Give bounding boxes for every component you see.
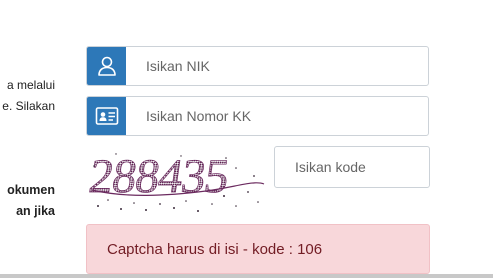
captcha-error-alert: Captcha harus di isi - kode : 106 <box>86 224 430 274</box>
horizontal-scrollbar[interactable] <box>0 274 493 278</box>
kk-input[interactable] <box>126 97 428 135</box>
intro-text-line-2: e. Silakan <box>2 99 55 113</box>
captcha-code-input[interactable] <box>274 146 430 188</box>
id-card-icon <box>87 97 126 135</box>
user-icon <box>87 47 126 85</box>
nik-field-group <box>86 46 429 86</box>
alert-message: Captcha harus di isi - kode : 106 <box>107 240 323 258</box>
notice-text-line-1: okumen <box>7 183 55 197</box>
intro-text-line-1: a melalui <box>6 78 55 92</box>
captcha-image: 288435 <box>86 150 265 212</box>
notice-text-line-2: an jika <box>16 204 55 218</box>
kk-field-group <box>86 96 429 136</box>
nik-input[interactable] <box>126 47 428 85</box>
